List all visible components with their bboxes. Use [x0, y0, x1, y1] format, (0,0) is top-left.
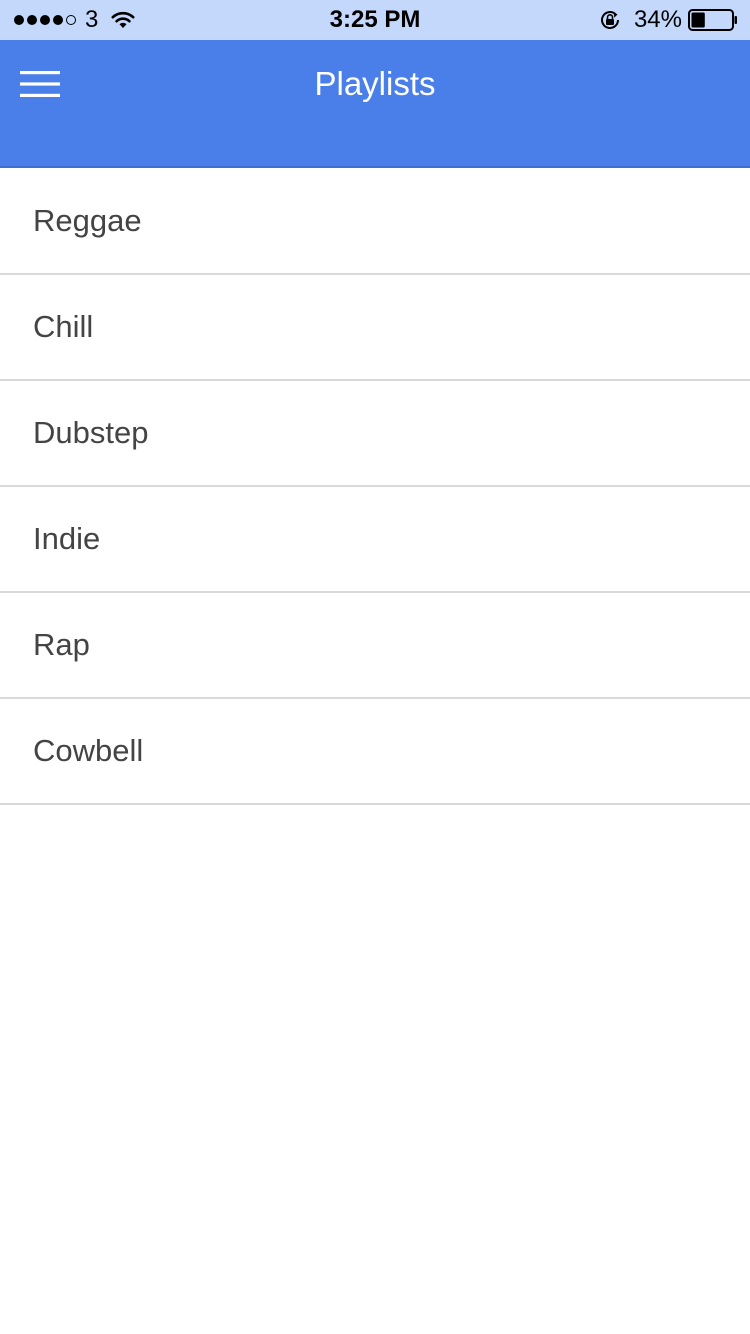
carrier-name: 3: [85, 6, 99, 33]
signal-dot: [27, 15, 37, 25]
playlist-item-rap[interactable]: Rap: [0, 593, 750, 699]
battery-fill: [691, 12, 705, 28]
signal-dot: [53, 15, 63, 25]
battery-icon: [688, 9, 738, 31]
playlist-item-cowbell[interactable]: Cowbell: [0, 699, 750, 805]
battery-percent: 34%: [633, 6, 682, 33]
playlist-item-label: Dubstep: [33, 415, 149, 450]
wifi-icon: [110, 10, 136, 30]
signal-dot: [40, 15, 50, 25]
status-left: 3: [14, 0, 136, 40]
playlist-item-label: Indie: [33, 521, 101, 556]
playlist-item-label: Reggae: [33, 202, 142, 238]
playlist-item-dubstep[interactable]: Dubstep: [0, 381, 750, 487]
playlist-item-chill[interactable]: Chill: [0, 275, 750, 381]
page-title: Playlists: [314, 65, 436, 102]
orientation-lock-icon: [598, 8, 622, 32]
playlist-item-reggae[interactable]: Reggae: [0, 168, 750, 275]
signal-dot: [66, 15, 76, 25]
signal-dot: [14, 15, 24, 25]
status-right: 34%: [598, 0, 738, 40]
playlist-list: Reggae Chill Dubstep Indie Rap Cowbell: [0, 168, 750, 805]
playlist-item-label: Cowbell: [33, 733, 144, 768]
status-bar: 3 3:25 PM 34%: [0, 0, 750, 40]
playlist-item-indie[interactable]: Indie: [0, 487, 750, 593]
playlist-item-label: Rap: [33, 627, 90, 662]
playlist-item-label: Chill: [33, 309, 94, 344]
signal-strength-icon: [14, 15, 76, 25]
